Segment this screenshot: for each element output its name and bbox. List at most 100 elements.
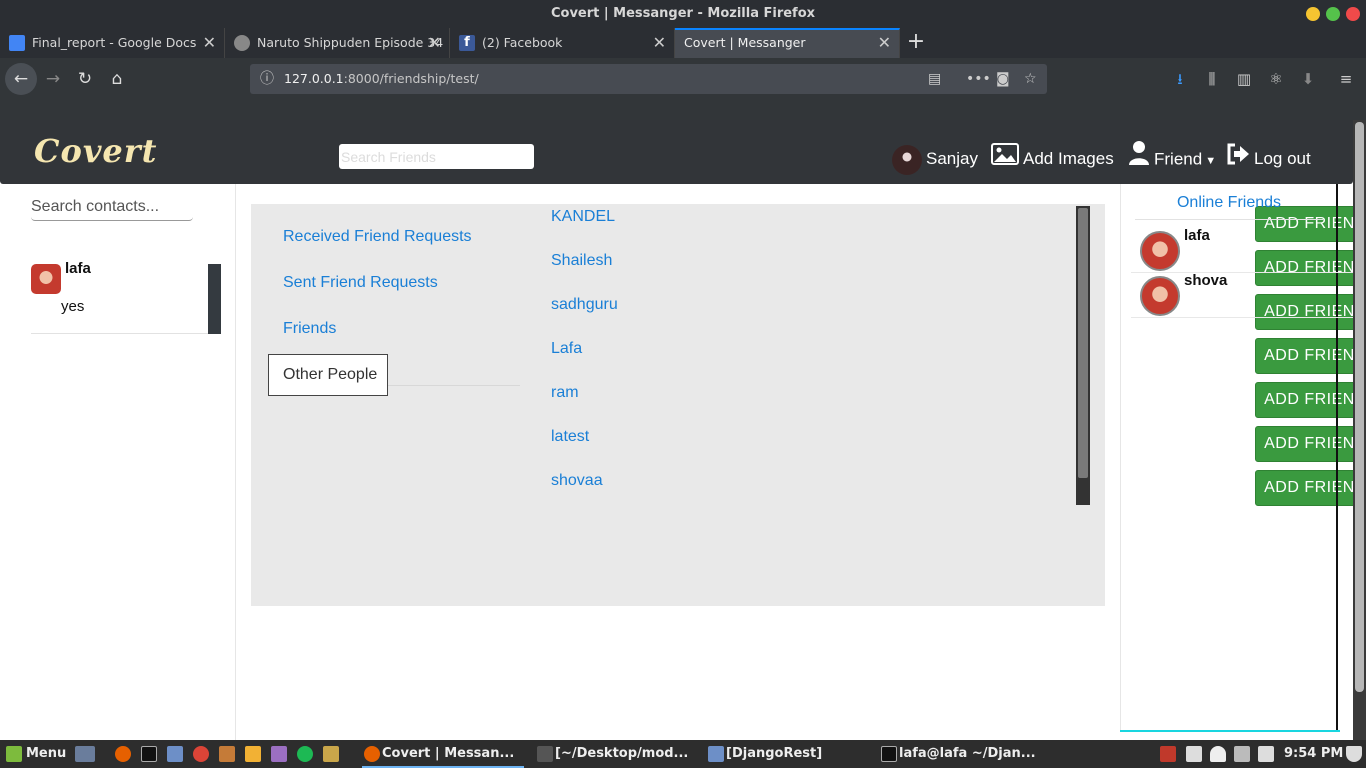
page-scrollbar-thumb[interactable] bbox=[1355, 122, 1364, 692]
terminal-launcher-icon[interactable] bbox=[141, 746, 157, 762]
sublime-launcher-icon[interactable] bbox=[219, 746, 235, 762]
tab-google-docs[interactable]: Final_report - Google Docs ✕ bbox=[0, 28, 225, 58]
online-friends-title: Online Friends bbox=[1135, 194, 1323, 220]
close-window-button[interactable] bbox=[1346, 7, 1360, 21]
reader-view-icon[interactable]: ▤ bbox=[928, 64, 941, 94]
friend-search-input[interactable] bbox=[339, 144, 534, 169]
archive-launcher-icon[interactable] bbox=[323, 746, 339, 762]
sublime-icon bbox=[537, 746, 553, 762]
person-name[interactable]: Shailesh bbox=[551, 252, 612, 270]
other-people-tab[interactable]: Other People bbox=[268, 354, 388, 396]
add-images-link[interactable]: Add Images bbox=[991, 140, 1114, 172]
online-friend-item[interactable]: shova bbox=[1131, 272, 1357, 318]
tab-covert[interactable]: Covert | Messanger ✕ bbox=[675, 28, 900, 58]
menu-hamburger-icon[interactable]: ≡ bbox=[1334, 64, 1358, 94]
back-button[interactable]: ← bbox=[5, 63, 37, 95]
tab-naruto[interactable]: Naruto Shippuden Episode 34 ✕ bbox=[225, 28, 450, 58]
react-devtools-icon[interactable]: ⚛ bbox=[1264, 64, 1288, 94]
chrome-launcher-icon[interactable] bbox=[193, 746, 209, 762]
friend-dropdown[interactable]: Friend ▼ bbox=[1128, 140, 1216, 172]
task-files[interactable]: [DjangoRest] bbox=[706, 740, 866, 768]
maximize-button[interactable] bbox=[1326, 7, 1340, 21]
friend-label: Friend bbox=[1154, 149, 1203, 169]
start-menu-label: Menu bbox=[26, 746, 67, 761]
url-host: 127.0.0.1 bbox=[284, 71, 344, 86]
pocket-icon[interactable]: ◙ bbox=[996, 64, 1010, 94]
person-name[interactable]: sadhguru bbox=[551, 296, 618, 314]
files-launcher-icon[interactable] bbox=[167, 746, 183, 762]
friendship-menu: Received Friend Requests Sent Friend Req… bbox=[268, 214, 520, 396]
spotify-launcher-icon[interactable] bbox=[297, 746, 313, 762]
video-launcher-icon[interactable] bbox=[271, 746, 287, 762]
mail-launcher-icon[interactable] bbox=[245, 746, 261, 762]
forward-button[interactable]: → bbox=[38, 64, 68, 94]
minimize-button[interactable] bbox=[1306, 7, 1320, 21]
contact-name: lafa bbox=[65, 260, 91, 277]
friend-name: shova bbox=[1184, 272, 1228, 289]
scrollbar-thumb[interactable] bbox=[1078, 208, 1088, 478]
url-bar[interactable]: ⓘ 127.0.0.1:8000/friendship/test/ ▤ ••• … bbox=[250, 64, 1047, 94]
people-list-scrollbar[interactable] bbox=[1076, 206, 1090, 505]
person-name[interactable]: KANDEL bbox=[551, 208, 615, 226]
sidebar-icon[interactable]: ▥ bbox=[1232, 64, 1256, 94]
add-images-label: Add Images bbox=[1023, 149, 1114, 168]
tab-label: Final_report - Google Docs bbox=[32, 35, 197, 50]
sent-requests-link[interactable]: Sent Friend Requests bbox=[283, 274, 438, 292]
person-name[interactable]: Lafa bbox=[551, 340, 582, 358]
downloads-icon[interactable]: ⭳ bbox=[1168, 64, 1192, 94]
contacts-search-input[interactable] bbox=[31, 194, 193, 221]
person-name[interactable]: shovaa bbox=[551, 472, 603, 490]
window-title: Covert | Messanger - Mozilla Firefox bbox=[550, 6, 816, 21]
google-docs-icon bbox=[9, 35, 25, 51]
close-tab-icon[interactable]: ✕ bbox=[653, 28, 666, 58]
network-icon[interactable] bbox=[1234, 746, 1250, 762]
new-tab-button[interactable]: + bbox=[903, 28, 929, 58]
online-friend-item[interactable]: lafa bbox=[1131, 227, 1357, 273]
terminal-icon bbox=[881, 746, 897, 762]
close-tab-icon[interactable]: ✕ bbox=[878, 30, 891, 56]
url-path: :8000/friendship/test/ bbox=[343, 71, 479, 86]
more-actions-icon[interactable]: ••• bbox=[966, 64, 991, 94]
web-page: Covert Sanjay Add Images Friend▼ Log out… bbox=[0, 120, 1366, 740]
shield-icon[interactable] bbox=[1160, 746, 1176, 762]
task-label: Covert | Messan... bbox=[382, 746, 515, 761]
navigation-toolbar: ← → ↻ ⌂ ⓘ 127.0.0.1:8000/friendship/test… bbox=[0, 58, 1366, 100]
notification-icon[interactable] bbox=[1346, 746, 1362, 762]
task-label: [~/Desktop/mod... bbox=[555, 746, 689, 761]
user-profile-link[interactable]: Sanjay bbox=[892, 140, 978, 175]
app-navbar: Covert Sanjay Add Images Friend▼ Log out bbox=[0, 120, 1353, 184]
logout-link[interactable]: Log out bbox=[1226, 140, 1311, 172]
info-icon[interactable]: ⓘ bbox=[260, 64, 274, 94]
user-status-icon[interactable] bbox=[1210, 746, 1226, 762]
friend-avatar bbox=[1140, 276, 1180, 316]
friend-name: lafa bbox=[1184, 227, 1210, 244]
task-label: [DjangoRest] bbox=[726, 746, 823, 761]
tab-facebook[interactable]: f (2) Facebook ✕ bbox=[450, 28, 675, 58]
contact-item[interactable]: lafa yes bbox=[31, 260, 221, 334]
battery-icon[interactable] bbox=[1258, 746, 1274, 762]
task-firefox[interactable]: Covert | Messan... bbox=[362, 740, 524, 768]
person-name[interactable]: latest bbox=[551, 428, 589, 446]
reload-button[interactable]: ↻ bbox=[70, 64, 100, 94]
task-terminal[interactable]: lafa@lafa ~/Djan... bbox=[879, 740, 1049, 768]
person-name[interactable]: ram bbox=[551, 384, 579, 402]
close-tab-icon[interactable]: ✕ bbox=[203, 28, 216, 58]
friendship-panel: Received Friend Requests Sent Friend Req… bbox=[251, 204, 1366, 606]
home-button[interactable]: ⌂ bbox=[102, 64, 132, 94]
show-desktop-icon[interactable] bbox=[75, 746, 95, 762]
start-menu-button[interactable]: Menu bbox=[4, 740, 66, 768]
task-sublime[interactable]: [~/Desktop/mod... bbox=[535, 740, 695, 768]
clipboard-icon[interactable] bbox=[1186, 746, 1202, 762]
friend-avatar bbox=[1140, 231, 1180, 271]
close-tab-icon[interactable]: ✕ bbox=[428, 28, 441, 58]
naruto-site-icon bbox=[234, 35, 250, 51]
extension-download-icon[interactable]: ⬇ bbox=[1296, 64, 1320, 94]
app-logo[interactable]: Covert bbox=[34, 132, 157, 170]
firefox-launcher-icon[interactable] bbox=[115, 746, 131, 762]
page-scrollbar[interactable] bbox=[1353, 120, 1366, 740]
clock[interactable]: 9:54 PM bbox=[1284, 740, 1343, 768]
library-icon[interactable]: ⫼ bbox=[1200, 64, 1224, 94]
friends-link[interactable]: Friends bbox=[283, 320, 336, 338]
received-requests-link[interactable]: Received Friend Requests bbox=[283, 228, 472, 246]
bookmark-star-icon[interactable]: ☆ bbox=[1024, 64, 1037, 94]
